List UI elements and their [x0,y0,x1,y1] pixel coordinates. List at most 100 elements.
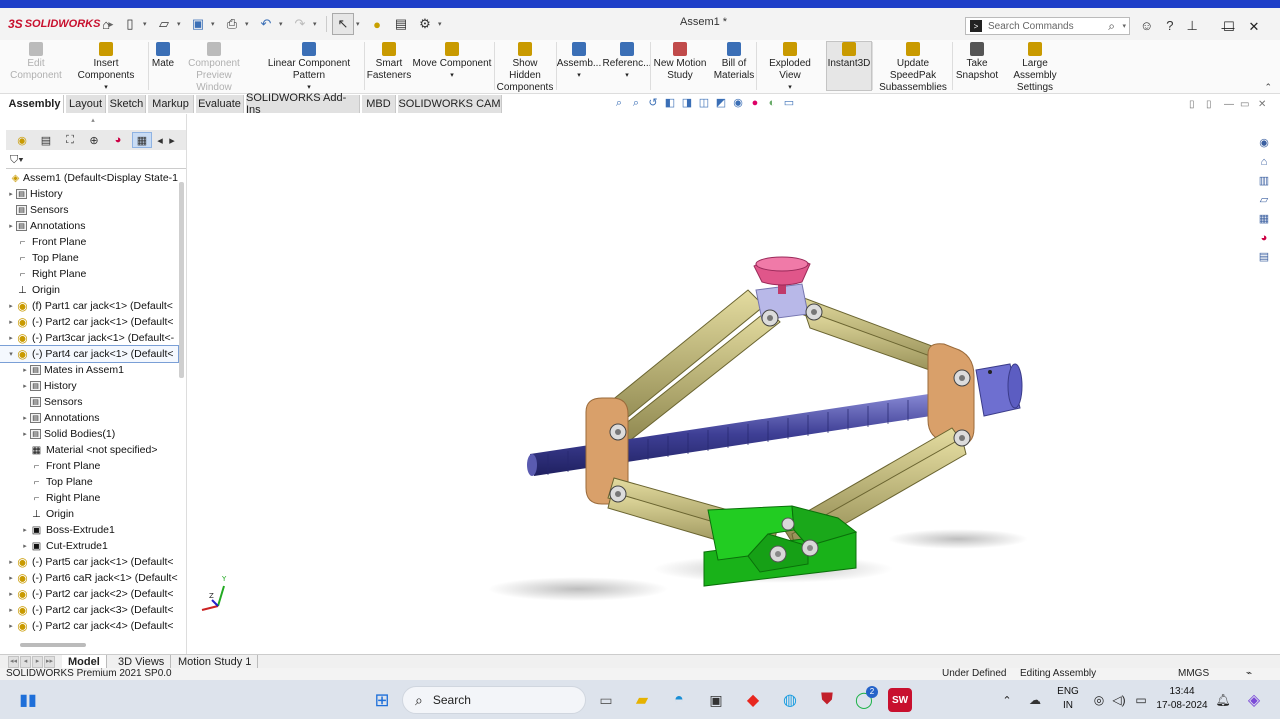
home-icon[interactable]: ⌂ [95,13,117,35]
ribbon-button-smart-fasteners[interactable]: Smart Fasteners [366,42,412,82]
chevron-down-icon[interactable]: ▾ [313,20,321,28]
show-hidden-icons-chevron[interactable]: ⌃ [998,688,1016,712]
tab-scroll-right-icon[interactable]: ▸ [168,132,176,148]
tree-item[interactable]: ▸ ◉ (-) Part2 car jack<4> (Default< [0,618,178,634]
file-properties-icon[interactable]: ▤ [390,13,412,35]
expand-arrow-icon[interactable]: ▸ [20,526,30,534]
zoom-to-fit-icon[interactable]: ⌕ [612,97,626,110]
tree-item[interactable]: ⊥ Origin [0,282,178,298]
bottom-tab-motion-study-1[interactable]: Motion Study 1 [172,655,259,669]
file-explorer-icon[interactable]: ▰ [630,688,654,712]
tree-item[interactable]: ▸ ◉ (f) Part1 car jack<1> (Default< [0,298,178,314]
ribbon-button-insert-components[interactable]: Insert Components ▾ [64,42,148,94]
featuremanager-tab-icon[interactable]: ◉ [12,132,32,148]
screw-end-cap[interactable] [975,363,1023,417]
ribbon-button-exploded-view[interactable]: Exploded View ▾ [758,42,822,94]
tab-evaluate[interactable]: Evaluate [196,95,244,113]
expand-arrow-icon[interactable]: ▸ [6,334,16,342]
chevron-down-icon[interactable]: ▾ [356,20,364,28]
expand-arrow-icon[interactable]: ▸ [20,382,30,390]
custom-properties-icon[interactable]: ▤ [1257,250,1271,264]
expand-arrow-icon[interactable]: ▸ [6,302,16,310]
print-icon[interactable]: ⎙ [221,13,243,35]
onedrive-icon[interactable]: ☁ [1025,688,1045,712]
tree-item[interactable]: ⌐ Front Plane [0,234,178,250]
copilot-icon[interactable]: ◈ [1242,688,1266,712]
tree-scrollbar[interactable] [179,182,184,378]
chevron-down-icon[interactable]: ▾ [438,20,446,28]
widgets-icon[interactable]: ▮▮ [16,688,40,712]
ribbon-button-instant3d[interactable]: Instant3D [826,41,872,91]
skype-icon[interactable]: ◍ [778,688,802,712]
chevron-down-icon[interactable]: ▾ [245,20,253,28]
undo-icon[interactable]: ↶ [255,13,277,35]
scenes-icon[interactable]: ◐ [765,97,779,110]
save-icon[interactable]: ▣ [187,13,209,35]
expand-arrow-icon[interactable]: ▸ [6,318,16,326]
chevron-down-icon[interactable]: ▾ [211,20,219,28]
new-document-icon[interactable]: ▯ [119,13,141,35]
maximize-doc-icon[interactable]: ▭ [1240,99,1249,110]
tab-scroll-left-icon[interactable]: ◂ [156,132,164,148]
ribbon-button-referenc[interactable]: Referenc... ▾ [603,42,651,82]
expand-arrow-icon[interactable]: ▸ [6,222,16,230]
chevron-down-icon[interactable]: ▾ [104,82,108,94]
ribbon-button-new-motion-study[interactable]: New Motion Study [652,42,708,82]
solidworks-taskbar-icon[interactable]: SW [888,688,912,712]
tree-item[interactable]: ▸ ◉ (-) Part5 car jack<1> (Default< [0,554,178,570]
tab-sketch[interactable]: Sketch [108,95,146,113]
collapse-ribbon-icon[interactable]: ⌃ [1264,82,1272,93]
tab-markup[interactable]: Markup [148,95,194,113]
tree-item[interactable]: ◈ Assem1 (Default<Display State-1 [0,170,178,186]
volume-icon[interactable]: ◁) [1110,688,1128,712]
displaymanager-tab-icon[interactable]: ◕ [108,132,128,148]
edit-appearance-icon[interactable]: ● [748,97,762,110]
expand-arrow-icon[interactable]: ▸ [6,190,16,198]
tree-item[interactable]: ⌐ Right Plane [0,266,178,282]
search-commands-box[interactable]: > Search Commands ⌕ ▾ [965,17,1130,35]
tab-solidworks-cam[interactable]: SOLIDWORKS CAM [398,95,502,113]
notifications-bell-icon[interactable]: 🔔︎ [1214,688,1232,712]
options-gear-icon[interactable]: ⚙ [414,13,436,35]
tree-item[interactable]: ▸ ◉ (-) Part2 car jack<2> (Default< [0,586,178,602]
tree-item[interactable]: ▸ ▤ Mates in Assem1 [0,362,178,378]
redo-icon[interactable]: ↷ [289,13,311,35]
tree-item[interactable]: ▸ ◉ (-) Part2 car jack<3> (Default< [0,602,178,618]
home-icon[interactable]: ⌂ [1257,155,1271,169]
configurationmanager-tab-icon[interactable]: ⛶ [60,132,80,148]
maximize-icon[interactable]: ☐ [1216,17,1242,37]
tree-item[interactable]: ⌐ Right Plane [0,490,178,506]
file-explorer-icon[interactable]: ▱ [1257,193,1271,207]
expand-arrow-icon[interactable]: ▾ [6,350,16,358]
propertymanager-tab-icon[interactable]: ▤ [36,132,56,148]
chevron-down-icon[interactable]: ▾ [450,70,454,82]
tree-item[interactable]: ⌐ Top Plane [0,250,178,266]
tree-item[interactable]: ▸ ▤ Annotations [0,410,178,426]
tree-horizontal-scrollbar[interactable] [20,643,86,647]
chevron-down-icon[interactable]: ▾ [177,20,185,28]
tree-item[interactable]: ▸ ◉ (-) Part2 car jack<1> (Default< [0,314,178,330]
ribbon-button-bill-of-materials[interactable]: Bill of Materials [712,42,756,82]
expand-arrow-icon[interactable]: ▸ [6,622,16,630]
tree-item[interactable]: ▸ ▤ History [0,378,178,394]
ribbon-button-large-assembly-settings[interactable]: Large Assembly Settings [1000,42,1070,94]
hide-show-icon[interactable]: ◉ [731,97,745,110]
taskbar-search[interactable]: ⌕ Search [402,686,586,714]
ribbon-button-assemb[interactable]: Assemb... ▾ [557,42,601,82]
dimxpert-tab-icon[interactable]: ⊕ [84,132,104,148]
close-doc-icon[interactable]: ✕ [1258,99,1266,110]
pin-icon[interactable]: ⊥ [1187,18,1198,34]
search-icon[interactable]: ⌕ [1108,19,1115,34]
top-saddle[interactable] [753,256,811,321]
design-library-icon[interactable]: ▥ [1257,174,1271,188]
expand-arrow-icon[interactable]: ▸ [20,366,30,374]
ribbon-button-linear-component-pattern[interactable]: Linear Component Pattern ▾ [252,42,366,94]
tab-layout[interactable]: Layout [66,95,106,113]
help-icon[interactable]: ? [1166,18,1173,34]
user-icon[interactable]: ☺ [1140,18,1153,34]
solidworks-logo[interactable]: 3S SOLIDWORKS ▸ [0,17,113,31]
tree-item[interactable]: ▤ Sensors [0,202,178,218]
chevron-down-icon[interactable]: ▾ [577,70,581,82]
view-palette-icon[interactable]: ▦ [1257,212,1271,226]
task-view-icon[interactable]: ▭ [594,688,618,712]
